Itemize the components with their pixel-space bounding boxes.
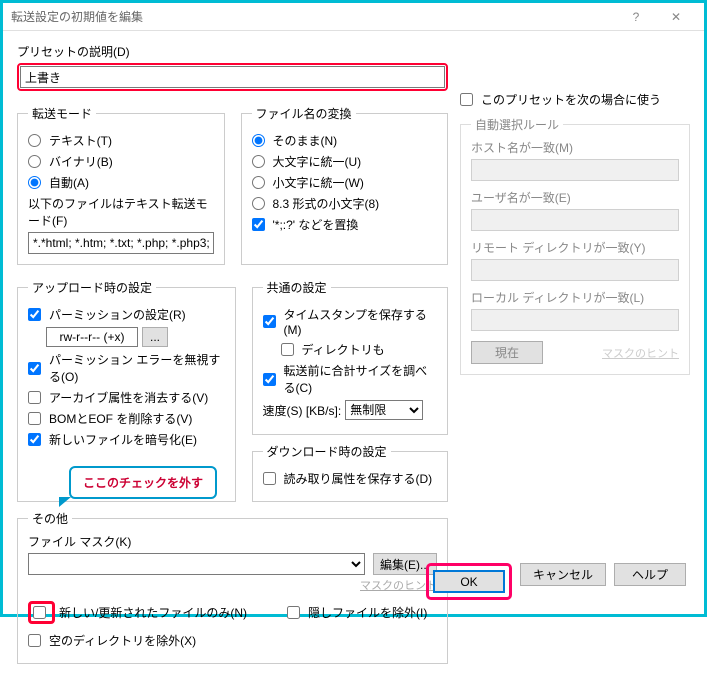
dir-too-checkbox[interactable] bbox=[281, 343, 294, 356]
transfer-mode-group: 転送モード テキスト(T) バイナリ(B) 自動(A) 以下のファイルはテキスト… bbox=[17, 105, 225, 265]
dialog-footer: OK キャンセル ヘルプ bbox=[426, 563, 686, 600]
perm-set-checkbox[interactable] bbox=[28, 308, 41, 321]
preset-desc-input[interactable] bbox=[20, 66, 445, 88]
perm-value-input[interactable] bbox=[46, 327, 138, 347]
filemask-label: ファイル マスク(K) bbox=[28, 533, 437, 550]
speed-select[interactable]: 無制限 bbox=[345, 400, 423, 420]
help-icon[interactable]: ? bbox=[616, 4, 656, 30]
text-mask-label: 以下のファイルはテキスト転送モード(F) bbox=[28, 195, 214, 229]
preset-desc-label: プリセットの説明(D) bbox=[17, 43, 448, 60]
current-button: 現在 bbox=[471, 341, 543, 364]
remote-match-input bbox=[471, 259, 679, 281]
new-only-checkbox[interactable] bbox=[33, 606, 46, 619]
upload-legend: アップロード時の設定 bbox=[28, 279, 156, 296]
transfer-mode-legend: 転送モード bbox=[28, 105, 96, 122]
text-mask-input[interactable] bbox=[28, 232, 214, 254]
fn-lower-radio[interactable] bbox=[252, 176, 265, 189]
other-legend: その他 bbox=[28, 510, 72, 527]
auto-rule-legend: 自動選択ルール bbox=[471, 116, 563, 133]
preset-desc-highlight bbox=[17, 63, 448, 91]
window-title: 転送設定の初期値を編集 bbox=[11, 8, 616, 25]
calc-size-checkbox[interactable] bbox=[263, 373, 276, 386]
ignore-perm-err-checkbox[interactable] bbox=[28, 362, 41, 375]
exclude-empty-checkbox[interactable] bbox=[28, 634, 41, 647]
exclude-hidden-checkbox[interactable] bbox=[287, 606, 300, 619]
other-group: その他 ファイル マスク(K) 編集(E)... マスクのヒント 新しい/更新さ… bbox=[17, 510, 448, 664]
download-settings-group: ダウンロード時の設定 読み取り属性を保存する(D) bbox=[252, 443, 449, 502]
speed-label: 速度(S) [KB/s]: bbox=[263, 402, 342, 419]
preserve-ro-checkbox[interactable] bbox=[263, 472, 276, 485]
cancel-button[interactable]: キャンセル bbox=[520, 563, 606, 586]
mode-text-radio[interactable] bbox=[28, 134, 41, 147]
mode-binary-radio[interactable] bbox=[28, 155, 41, 168]
titlebar: 転送設定の初期値を編集 ? ✕ bbox=[3, 3, 704, 31]
host-match-input bbox=[471, 159, 679, 181]
replace-chars-checkbox[interactable] bbox=[252, 218, 265, 231]
remote-match-label: リモート ディレクトリが一致(Y) bbox=[471, 239, 679, 256]
ok-highlight: OK bbox=[426, 563, 512, 600]
perm-browse-button[interactable]: ... bbox=[142, 327, 168, 347]
mask-hint-link-right: マスクのヒント bbox=[602, 345, 679, 361]
new-only-highlight bbox=[28, 601, 55, 624]
host-match-label: ホスト名が一致(M) bbox=[471, 139, 679, 156]
filemask-combobox[interactable] bbox=[28, 553, 365, 575]
use-preset-checkbox[interactable] bbox=[460, 93, 473, 106]
dialog-window: 転送設定の初期値を編集 ? ✕ プリセットの説明(D) 転送モード テキスト(T… bbox=[0, 0, 707, 617]
remove-bom-checkbox[interactable] bbox=[28, 412, 41, 425]
preserve-ts-checkbox[interactable] bbox=[263, 315, 276, 328]
clear-archive-checkbox[interactable] bbox=[28, 391, 41, 404]
auto-rule-group: 自動選択ルール ホスト名が一致(M) ユーザ名が一致(E) リモート ディレクト… bbox=[460, 116, 690, 375]
filename-convert-legend: ファイル名の変換 bbox=[252, 105, 356, 122]
common-legend: 共通の設定 bbox=[263, 279, 331, 296]
mode-auto-radio[interactable] bbox=[28, 176, 41, 189]
user-match-input bbox=[471, 209, 679, 231]
fn-83-radio[interactable] bbox=[252, 197, 265, 210]
encrypt-new-checkbox[interactable] bbox=[28, 433, 41, 446]
local-match-input bbox=[471, 309, 679, 331]
download-legend: ダウンロード時の設定 bbox=[263, 443, 391, 460]
common-settings-group: 共通の設定 タイムスタンプを保存する(M) ディレクトリも 転送前に合計サイズを… bbox=[252, 279, 449, 435]
close-icon[interactable]: ✕ bbox=[656, 4, 696, 30]
annotation-callout: ここのチェックを外す bbox=[69, 466, 217, 499]
fn-none-radio[interactable] bbox=[252, 134, 265, 147]
fn-upper-radio[interactable] bbox=[252, 155, 265, 168]
ok-button[interactable]: OK bbox=[433, 570, 505, 593]
local-match-label: ローカル ディレクトリが一致(L) bbox=[471, 289, 679, 306]
help-button[interactable]: ヘルプ bbox=[614, 563, 686, 586]
user-match-label: ユーザ名が一致(E) bbox=[471, 189, 679, 206]
filename-convert-group: ファイル名の変換 そのまま(N) 大文字に統一(U) 小文字に統一(W) 8.3… bbox=[241, 105, 449, 265]
